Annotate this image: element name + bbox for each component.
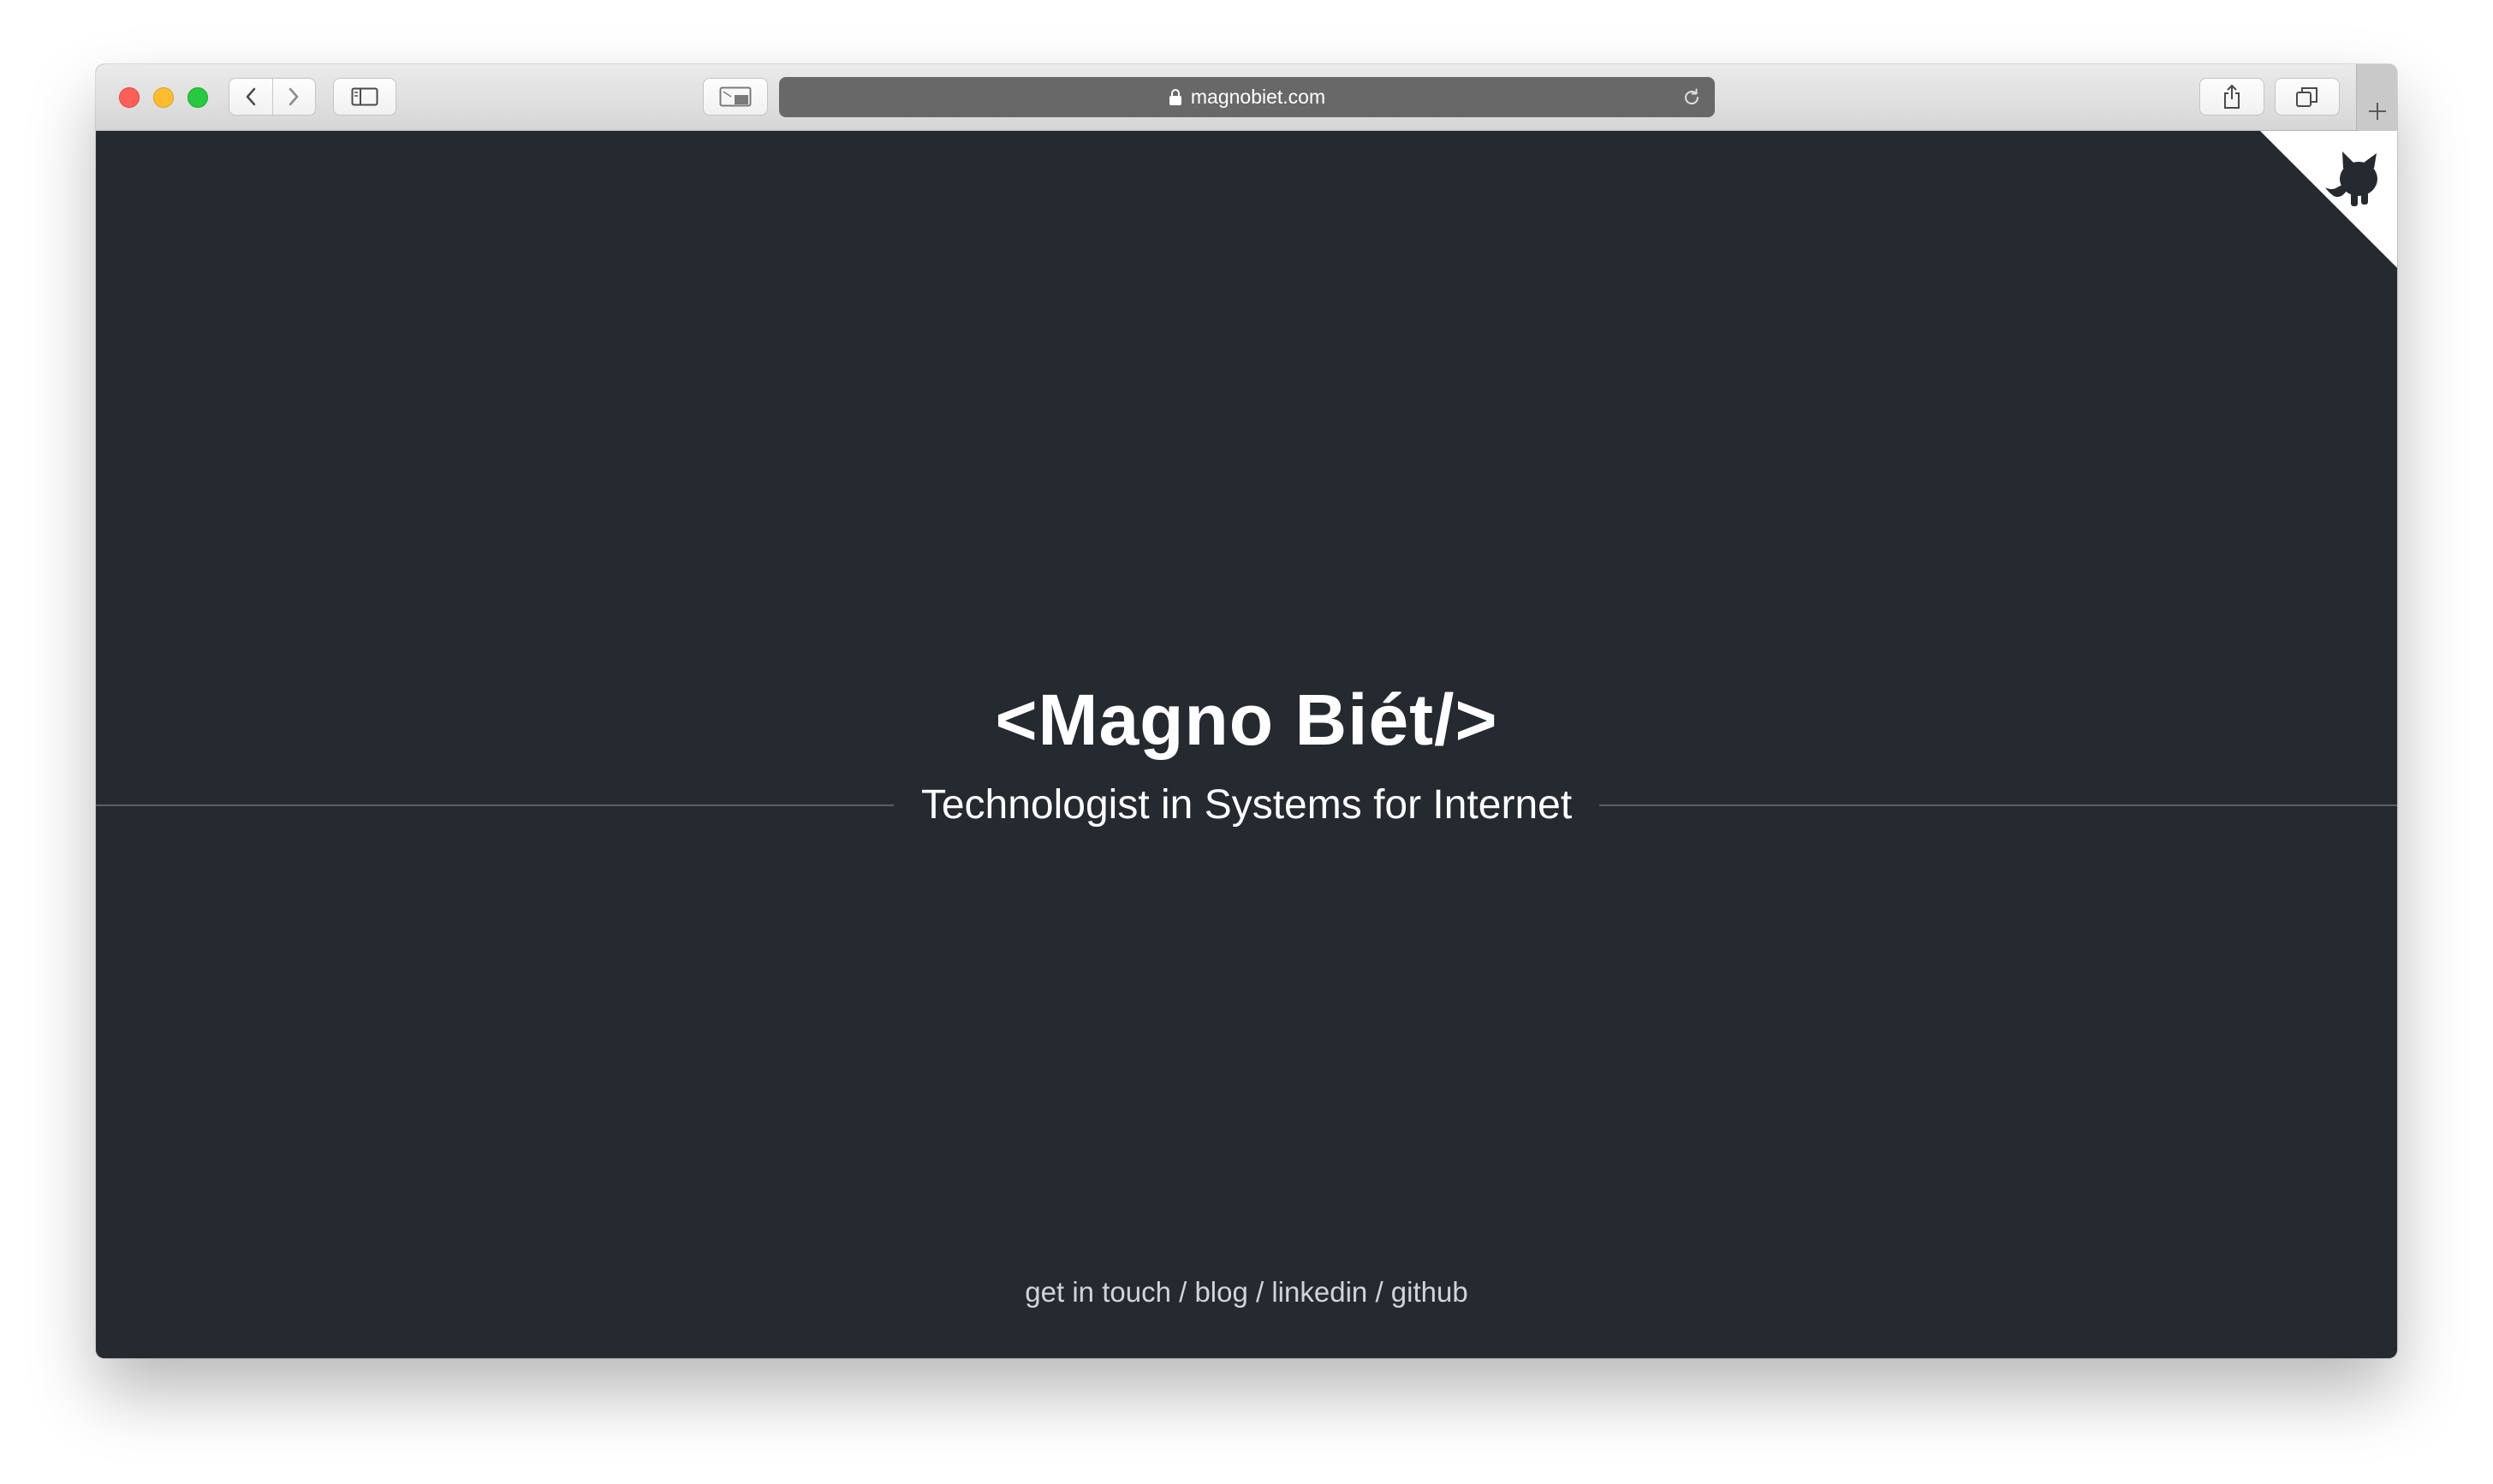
divider-right — [1599, 804, 2397, 806]
browser-toolbar: magnobiet.com — [96, 64, 2397, 131]
tabs-icon — [2296, 87, 2317, 107]
reload-button[interactable] — [1681, 86, 1703, 109]
browser-window: magnobiet.com <Magno Biét/> Technologist… — [96, 64, 2397, 1358]
share-icon — [2224, 84, 2240, 109]
window-minimize-button[interactable] — [153, 87, 174, 108]
footer-links: get in touch / blog / linkedin / github — [96, 1276, 2397, 1309]
link-linkedin[interactable]: linkedin — [1271, 1276, 1367, 1308]
window-close-button[interactable] — [119, 87, 140, 108]
navigation-buttons — [229, 78, 316, 116]
divider-left — [96, 804, 894, 806]
reload-icon — [1685, 88, 1699, 104]
url-text: magnobiet.com — [1190, 86, 1326, 108]
address-bar[interactable]: magnobiet.com — [779, 77, 1715, 117]
link-get-in-touch[interactable]: get in touch — [1025, 1276, 1171, 1308]
share-button[interactable] — [2199, 78, 2264, 116]
chevron-right-icon — [289, 87, 299, 106]
plus-icon — [2368, 103, 2386, 120]
github-corner-link[interactable] — [2260, 131, 2397, 268]
sidebar-icon — [351, 87, 378, 106]
link-separator: / — [1375, 1276, 1391, 1308]
new-tab-button[interactable] — [2356, 64, 2397, 131]
link-blog[interactable]: blog — [1194, 1276, 1247, 1308]
link-github[interactable]: github — [1391, 1276, 1468, 1308]
link-separator: / — [1256, 1276, 1272, 1308]
page-title: <Magno Biét/> — [995, 680, 1498, 760]
chevron-left-icon — [246, 87, 255, 106]
sidebar-toggle-button[interactable] — [333, 78, 396, 116]
forward-button[interactable] — [271, 79, 316, 115]
tagline: Technologist in Systems for Internet — [920, 782, 1573, 828]
github-octocat-icon — [2260, 131, 2397, 268]
tagline-row: Technologist in Systems for Internet — [96, 781, 2397, 828]
lock-icon — [1169, 88, 1182, 107]
page-content: <Magno Biét/> Technologist in Systems fo… — [96, 131, 2397, 1358]
reader-icon — [719, 86, 752, 107]
show-tabs-button[interactable] — [2275, 78, 2340, 116]
back-button[interactable] — [229, 79, 272, 115]
link-separator: / — [1179, 1276, 1195, 1308]
reader-mode-button[interactable] — [703, 78, 768, 116]
window-maximize-button[interactable] — [187, 87, 208, 108]
